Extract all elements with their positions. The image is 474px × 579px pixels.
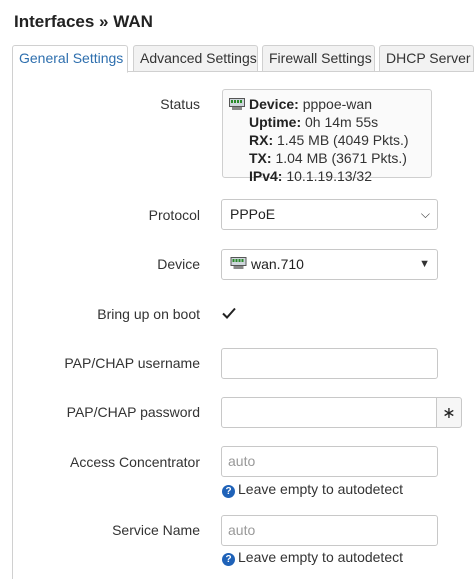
status-tx-value: 1.04 MB (3671 Pkts.) [275,150,407,166]
status-device-row: Device: pppoe-wan [229,95,425,113]
service-label: Service Name [112,522,200,538]
page-title: Interfaces » WAN [14,12,153,31]
status-uptime-row: Uptime: 0h 14m 55s [229,113,425,131]
reveal-password-button[interactable]: ∗ [436,397,462,428]
tab-dhcp-server[interactable]: DHCP Server [379,45,474,72]
caret-down-icon: ▼ [419,258,430,270]
status-rx-key: RX: [249,132,274,148]
status-box: Device: pppoe-wan Uptime: 0h 14m 55s RX:… [222,89,432,184]
device-select-value: wan.710 [251,256,304,272]
ac-hint-text: Leave empty to autodetect [238,481,403,497]
protocol-label: Protocol [148,207,200,223]
username-label: PAP/CHAP username [64,355,200,371]
protocol-select[interactable]: PPPoE ⌵ [221,199,438,230]
boot-label: Bring up on boot [97,306,200,322]
status-device-key: Device: [249,96,299,112]
chevron-down-icon: ⌵ [420,207,430,221]
status-rx-value: 1.45 MB (4049 Pkts.) [277,132,409,148]
username-input[interactable] [221,348,438,379]
status-tx-key: TX: [249,150,272,166]
service-input[interactable]: auto [221,515,438,546]
ac-label: Access Concentrator [70,454,200,470]
password-label: PAP/CHAP password [66,404,200,420]
status-device-value: pppoe-wan [302,96,372,112]
status-ipv4-key: IPv4: [249,168,283,184]
status-uptime-key: Uptime: [249,114,302,130]
network-port-icon [229,98,245,110]
tab-firewall-settings[interactable]: Firewall Settings [262,45,375,72]
device-select[interactable]: wan.710 ▼ [221,249,438,280]
help-icon: ? [222,485,235,498]
status-tx-row: TX: 1.04 MB (3671 Pkts.) [229,149,425,167]
status-label: Status [160,96,200,112]
protocol-select-value: PPPoE [230,206,276,222]
tab-advanced-settings[interactable]: Advanced Settings [133,45,258,72]
service-hint-text: Leave empty to autodetect [238,549,403,565]
service-hint: ? Leave empty to autodetect [222,549,403,566]
tab-bar: General Settings Advanced Settings Firew… [12,45,474,73]
status-uptime-value: 0h 14m 55s [305,114,379,130]
status-ipv4-value: 10.1.19.13/32 [286,168,372,184]
network-port-icon [230,257,247,269]
password-input[interactable] [221,397,437,428]
status-rx-row: RX: 1.45 MB (4049 Pkts.) [229,131,425,149]
device-label: Device [157,256,200,272]
status-ipv4-row: IPv4: 10.1.19.13/32 [229,167,425,185]
boot-checkbox[interactable] [221,305,237,321]
ac-input[interactable]: auto [221,446,438,477]
ac-hint: ? Leave empty to autodetect [222,481,403,498]
help-icon: ? [222,553,235,566]
tab-general-settings[interactable]: General Settings [12,45,128,73]
